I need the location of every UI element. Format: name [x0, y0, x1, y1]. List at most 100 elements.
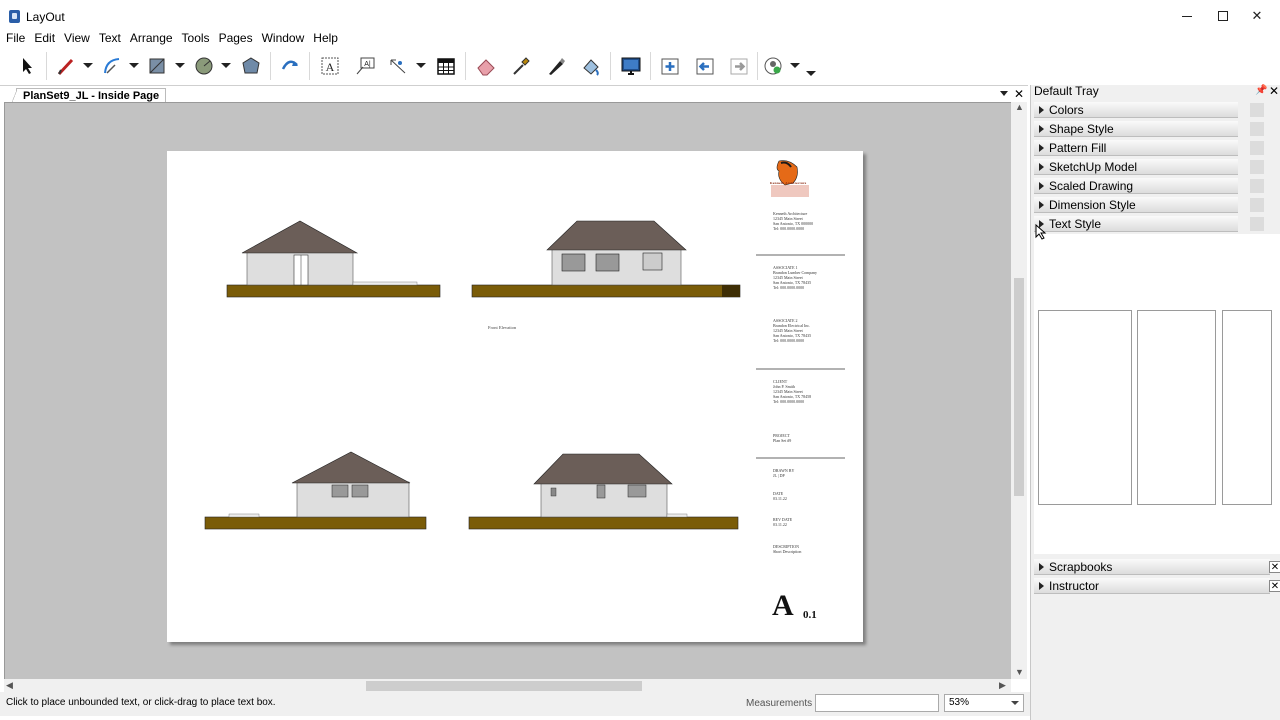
instructor-close-button[interactable]: ✕ — [1269, 580, 1280, 592]
line-tool-button[interactable] — [54, 54, 78, 78]
monitor-icon — [621, 57, 641, 75]
close-icon: ✕ — [1251, 8, 1263, 23]
next-page-tool-button[interactable] — [727, 54, 751, 78]
polygon-tool-button[interactable] — [239, 54, 263, 78]
tray-title: Default Tray — [1034, 84, 1099, 98]
panel-scaled-drawing[interactable]: Scaled Drawing — [1034, 178, 1238, 194]
circle-tool-button[interactable] — [192, 54, 216, 78]
style-tool-button[interactable] — [509, 54, 533, 78]
table-tool-button[interactable] — [434, 54, 458, 78]
panel-shape-style[interactable]: Shape Style — [1034, 121, 1238, 137]
panel-text-style-toggle[interactable] — [1250, 217, 1264, 231]
menu-edit[interactable]: Edit — [34, 32, 55, 45]
toolbar-overflow-dropdown[interactable] — [806, 71, 816, 76]
elevation-label: Front Elevation — [488, 325, 517, 330]
presentation-tool-button[interactable] — [619, 54, 643, 78]
label-icon: A| — [356, 57, 375, 75]
line-tool-dropdown[interactable] — [83, 63, 93, 68]
associate-2-block: ASSOCIATE 2 Brandon Electrical Inc. 1234… — [773, 318, 812, 343]
menu-bar: File Edit View Text Arrange Tools Pages … — [0, 32, 1280, 46]
panel-pattern-fill-toggle[interactable] — [1250, 141, 1264, 155]
panel-scaled-drawing-toggle[interactable] — [1250, 179, 1264, 193]
panel-scrapbooks[interactable]: Scrapbooks — [1034, 559, 1270, 575]
polygon-icon — [242, 57, 260, 74]
eraser-tool-button[interactable] — [474, 54, 498, 78]
select-tool-button[interactable] — [15, 54, 39, 78]
document-tab-list-dropdown[interactable] — [1000, 91, 1008, 96]
instructor-icon — [764, 57, 782, 75]
previous-page-tool-button[interactable] — [693, 54, 717, 78]
arc-icon — [104, 58, 120, 74]
vertical-scrollbar[interactable]: ▲ ▼ — [1011, 102, 1027, 679]
menu-tools[interactable]: Tools — [182, 32, 210, 45]
page-thumbnail[interactable] — [1038, 310, 1132, 505]
menu-pages[interactable]: Pages — [219, 32, 253, 45]
measurements-input[interactable] — [815, 694, 939, 712]
page-thumbnail[interactable] — [1222, 310, 1272, 505]
pen-tool-button[interactable] — [544, 54, 568, 78]
company-address-block: Kenneth Architecture 12345 Main Street S… — [773, 211, 814, 231]
menu-arrange[interactable]: Arrange — [130, 32, 173, 45]
arrow-pointer-icon — [23, 58, 32, 74]
circle-tool-dropdown[interactable] — [221, 63, 231, 68]
status-bar: Click to place unbounded text, or click-… — [0, 692, 1030, 716]
panel-dimension-style[interactable]: Dimension Style — [1034, 197, 1238, 213]
vertical-scroll-thumb[interactable] — [1014, 278, 1024, 496]
instructor-tool-button[interactable] — [761, 54, 785, 78]
instructor-dropdown[interactable] — [790, 63, 800, 68]
zoom-value: 53% — [949, 697, 970, 708]
sample-tool-button[interactable] — [579, 54, 603, 78]
arc-tool-button[interactable] — [100, 54, 124, 78]
layout-page[interactable]: Kenneth Architecture Front Elevation Ken… — [167, 151, 863, 642]
panel-instructor[interactable]: Instructor — [1034, 578, 1270, 594]
scrapbooks-close-button[interactable]: ✕ — [1269, 561, 1280, 573]
rectangle-tool-button[interactable] — [145, 54, 169, 78]
horizontal-scroll-thumb[interactable] — [366, 681, 642, 691]
panel-dimension-style-toggle[interactable] — [1250, 198, 1264, 212]
description-block: DESCRIPTION Short Description — [773, 544, 802, 554]
menu-help[interactable]: Help — [313, 32, 338, 45]
panel-pattern-fill[interactable]: Pattern Fill — [1034, 140, 1238, 156]
front-elevation-drawing — [226, 220, 441, 298]
scroll-left-arrow[interactable]: ◀ — [6, 680, 13, 691]
zoom-select[interactable]: 53% — [944, 694, 1024, 712]
panel-colors[interactable]: Colors — [1034, 102, 1238, 118]
add-page-tool-button[interactable] — [658, 54, 682, 78]
minimize-icon — [1182, 15, 1192, 17]
panel-sketchup-model-toggle[interactable] — [1250, 160, 1264, 174]
eyedropper-icon — [513, 57, 530, 75]
scroll-right-arrow[interactable]: ▶ — [999, 680, 1006, 691]
project-block: PROJECT Plan Set #9 — [773, 433, 792, 443]
mouse-cursor-icon — [1035, 224, 1047, 240]
toolbar-separator — [610, 52, 611, 80]
panel-text-style[interactable]: Text Style — [1034, 216, 1238, 232]
scroll-up-arrow[interactable]: ▲ — [1015, 102, 1024, 112]
rectangle-tool-dropdown[interactable] — [175, 63, 185, 68]
split-tool-button[interactable] — [278, 54, 302, 78]
document-close-button[interactable]: ✕ — [1014, 87, 1024, 101]
menu-view[interactable]: View — [64, 32, 90, 45]
menu-file[interactable]: File — [6, 32, 25, 45]
panel-colors-toggle[interactable] — [1250, 103, 1264, 117]
menu-text[interactable]: Text — [99, 32, 121, 45]
toolbar-separator — [309, 52, 310, 80]
dimension-tool-button[interactable] — [386, 54, 410, 78]
table-icon — [437, 58, 455, 75]
horizontal-scrollbar[interactable]: ◀ ▶ — [4, 679, 1011, 693]
toolbar-separator — [757, 52, 758, 80]
drawn-by-block: DRAWN BY JL | DP — [773, 468, 795, 478]
rectangle-icon — [149, 58, 165, 74]
panel-sketchup-model[interactable]: SketchUp Model — [1034, 159, 1238, 175]
panel-shape-style-toggle[interactable] — [1250, 122, 1264, 136]
menu-window[interactable]: Window — [262, 32, 305, 45]
document-tab[interactable]: PlanSet9_JL - Inside Page — [10, 88, 167, 104]
close-button[interactable]: ✕ — [1234, 0, 1280, 32]
pin-icon[interactable]: 📌 — [1255, 85, 1267, 96]
tray-close-button[interactable]: ✕ — [1269, 84, 1279, 98]
text-tool-button[interactable]: A — [318, 54, 342, 78]
arc-tool-dropdown[interactable] — [129, 63, 139, 68]
dimension-tool-dropdown[interactable] — [416, 63, 426, 68]
label-tool-button[interactable]: A| — [353, 54, 377, 78]
scroll-down-arrow[interactable]: ▼ — [1015, 667, 1024, 677]
page-thumbnail[interactable] — [1137, 310, 1216, 505]
